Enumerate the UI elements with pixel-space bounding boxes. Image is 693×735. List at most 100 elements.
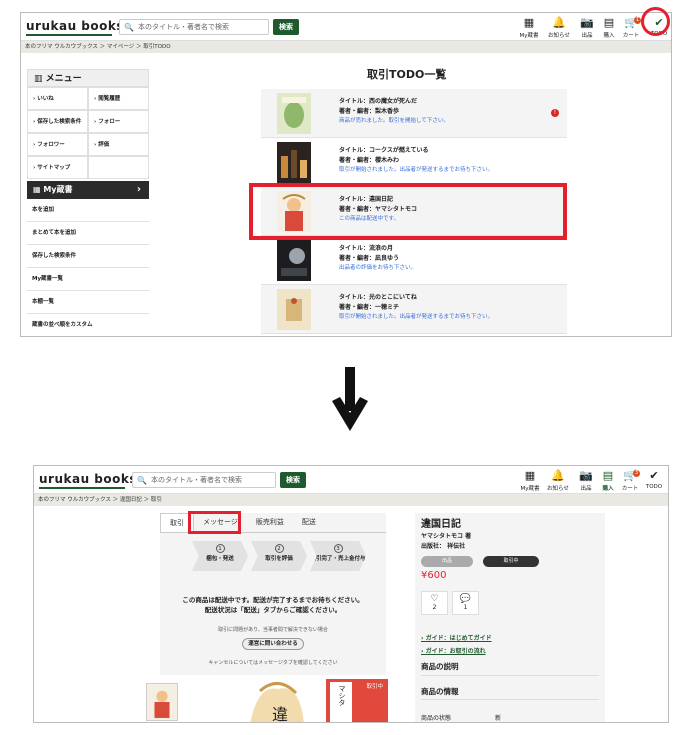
todo-row[interactable]: タイトル：流浪の月 著者・編者：凪良ゆう 出品者の評価をお待ち下さい。 [261, 236, 567, 285]
logo[interactable]: urukau books [26, 19, 124, 33]
menu-item-ratings[interactable]: › 評価 [88, 133, 149, 156]
status-pill-trading: 取引中 [483, 556, 539, 567]
book-author[interactable]: ヤマシタトモコ 著 [421, 531, 471, 540]
todo-message[interactable]: 取引が開始されました。出品者が発送するまでお待ち下さい。 [339, 312, 493, 320]
screenshot-todo-list: urukau books 🔍 本のタイトル・著者名で検索 検索 ▦ My蔵書 🔔 お… [20, 12, 672, 337]
bell-icon: 🔔 [552, 16, 566, 29]
book-cover-image [277, 93, 311, 134]
guide-link-beginner[interactable]: › ガイド：はじめてガイド [421, 633, 492, 642]
tab-sales-profit[interactable]: 販売利益 [247, 513, 293, 532]
cover-title-glyph: 違 [272, 705, 289, 723]
status-message: この商品は配送中です。配送が完了するまでお待ちください。 配送状況は「配送」タブ… [182, 596, 364, 614]
shop-icon: ▤ [603, 16, 615, 29]
logo-underline [39, 487, 125, 489]
my-books-item[interactable]: 蔵書の並べ順をカスタム [27, 314, 149, 336]
cancel-text: キャンセルについてはメッセージタブを確認してください [208, 660, 338, 666]
search-placeholder: 本のタイトル・著者名で検索 [137, 23, 229, 31]
menu-item-likes[interactable]: › いいね [27, 87, 88, 110]
nav-cart[interactable]: 🛒 1 カート [619, 16, 643, 39]
todo-message[interactable]: 商品が売れました。取引を開始して下さい。 [339, 116, 449, 124]
bell-icon: 🔔 [551, 469, 565, 482]
my-books-list: 本を追加 まとめて本を追加 保存した検索条件 My蔵書一覧 本棚一覧 蔵書の並べ… [27, 199, 149, 336]
like-button[interactable]: ♡ 2 [421, 591, 448, 615]
nav-notifications[interactable]: 🔔 お知らせ [547, 16, 571, 39]
nav-sell[interactable]: 📷 出品 [575, 16, 599, 39]
sidebar: ▥ メニュー › いいね › 閲覧履歴 › 保存した検索条件 › フォロー › … [27, 69, 149, 336]
highlight-box-selected-row [249, 183, 567, 240]
description-heading: 商品の説明 [421, 662, 459, 671]
search-icon: 🔍 [137, 475, 147, 485]
divider [421, 699, 599, 700]
header: urukau books 🔍 本のタイトル・著者名で検索 検索 ▦ My蔵書 🔔 お… [34, 466, 668, 494]
todo-message[interactable]: 出品者の評価をお待ち下さい。 [339, 263, 416, 271]
nav-sell[interactable]: 📷 出品 [574, 469, 598, 492]
logo[interactable]: urukau books [39, 472, 137, 486]
book-title: 違国日記 [421, 519, 461, 530]
nav-buy[interactable]: ▤ 購入 [596, 469, 620, 492]
book-cover-image [277, 142, 311, 183]
cart-badge: 1 [634, 17, 641, 24]
book-thumbnail[interactable] [146, 683, 178, 721]
menu-item-followers[interactable]: › フォロワー [27, 133, 88, 156]
comment-button[interactable]: 💬 1 [452, 591, 479, 615]
step-3: 3 取引完了・売上金付与 [310, 541, 366, 571]
my-books-item[interactable]: My蔵書一覧 [27, 268, 149, 291]
todo-author: 著者・編者：凪良ゆう [339, 255, 400, 262]
problem-text: 取引に問題があり、当事者間で解決できない場合 [218, 627, 328, 633]
menu-icon: ▥ [34, 74, 46, 84]
my-books-item[interactable]: 本を追加 [27, 199, 149, 222]
search-input[interactable]: 🔍 本のタイトル・著者名で検索 [132, 472, 276, 488]
my-books-heading[interactable]: ▦ My蔵書 › [27, 181, 149, 199]
book-publisher: 出版社： 祥伝社 [421, 543, 466, 550]
search-input[interactable]: 🔍 本のタイトル・著者名で検索 [119, 19, 269, 35]
info-heading: 商品の情報 [421, 687, 459, 696]
nav-notifications[interactable]: 🔔 お知らせ [546, 469, 570, 492]
menu-item-history[interactable]: › 閲覧履歴 [88, 87, 149, 110]
nav-mybooks[interactable]: ▦ My蔵書 [518, 469, 542, 492]
step-2: 2 取引を評価 [251, 541, 307, 571]
cover-author-text: マシタ [338, 685, 346, 706]
highlight-circle-todo [641, 7, 670, 36]
book-main-image: 違 マシタ 取引中 [230, 679, 388, 723]
menu-item-saved-search[interactable]: › 保存した検索条件 [27, 110, 88, 133]
nav-todo[interactable]: ✔ TODO [642, 469, 666, 490]
bookshelf-icon: ▦ [524, 469, 536, 482]
todo-title: タイトル：光のとこにいてね [339, 294, 417, 301]
cart-badge: 3 [633, 470, 640, 477]
search-button[interactable]: 検索 [273, 19, 299, 35]
todo-row[interactable]: タイトル：西の魔女が死んだ 著者・編者：梨木香歩 商品が売れました。取引を開始し… [261, 89, 567, 138]
comment-icon: 💬 [459, 594, 472, 604]
book-cover-image [277, 289, 311, 330]
menu-item-sitemap[interactable]: › サイトマップ [27, 156, 88, 179]
camera-icon: 📷 [580, 16, 594, 29]
todo-author: 著者・編者：櫻木みわ [339, 157, 400, 164]
todo-message[interactable]: 取引が開始されました。出品者が発送するまでお待ち下さい。 [339, 165, 493, 173]
shop-icon: ▤ [602, 469, 614, 482]
my-books-item[interactable]: 本棚一覧 [27, 291, 149, 314]
nav-cart[interactable]: 🛒 3 カート [618, 469, 642, 492]
breadcrumb: 本のフリマ ウルカウブックス ＞ マイページ ＞ 取引TODO [21, 41, 671, 53]
transaction-panel: 1 梱包・発送 2 取引を評価 3 取引完了・売上金付与 この商品は配送中です。配送が… [160, 533, 386, 675]
my-books-item[interactable]: 保存した検索条件 [27, 245, 149, 268]
chevron-right-icon: › [136, 184, 141, 195]
menu-heading: ▥ メニュー [27, 69, 149, 87]
todo-title: タイトル：流浪の月 [339, 245, 394, 252]
todo-row[interactable]: タイトル：コークスが燃えている 著者・編者：櫻木みわ 取引が開始されました。出品… [261, 138, 567, 187]
breadcrumb: 本のフリマ ウルカウブックス ＞ 違国日記 ＞ 取引 [34, 494, 668, 506]
arrow-down-icon [332, 367, 368, 431]
tab-shipping[interactable]: 配送 [293, 513, 325, 532]
condition-row: 商品の状態新品 [421, 715, 502, 722]
todo-row[interactable]: タイトル：光のとこにいてね 著者・編者：一穂ミチ 取引が開始されました。出品者が… [261, 285, 567, 334]
todo-title: タイトル：西の魔女が死んだ [339, 98, 418, 105]
check-icon: ✔ [649, 469, 659, 482]
menu-item-follow[interactable]: › フォロー [88, 110, 149, 133]
nav-mybooks[interactable]: ▦ My蔵書 [517, 16, 541, 39]
guide-link-flow[interactable]: › ガイド：お取引の流れ [421, 646, 486, 655]
search-button[interactable]: 検索 [280, 472, 306, 488]
bookshelf-icon: ▦ [523, 16, 535, 29]
camera-icon: 📷 [579, 469, 593, 482]
nav-buy[interactable]: ▤ 購入 [597, 16, 621, 39]
inquiry-button[interactable]: 運営に問い合わせる [242, 638, 304, 650]
divider [421, 675, 599, 676]
my-books-item[interactable]: まとめて本を追加 [27, 222, 149, 245]
